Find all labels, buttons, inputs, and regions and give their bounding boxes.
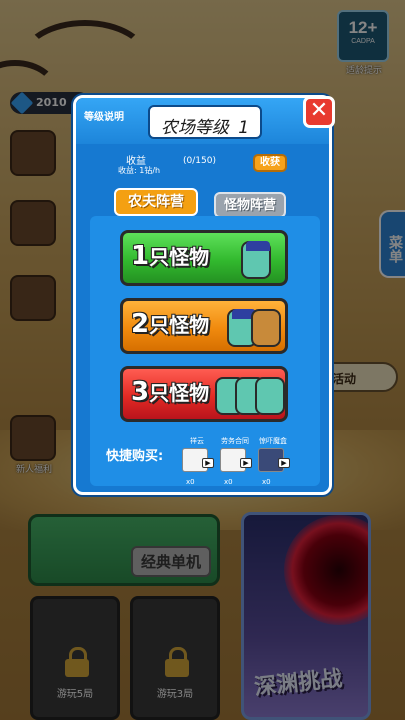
one-monster-button[interactable]: 1只怪物: [120, 230, 288, 286]
video-ad-icon: ▶: [240, 458, 252, 468]
scarecrow-icon: [251, 309, 281, 347]
video-ad-icon: ▶: [278, 458, 290, 468]
level-help-link[interactable]: 等级说明: [84, 108, 124, 123]
quick-buy-label: 快捷购买:: [106, 449, 164, 464]
income-section: 收益 收益: 1钻/h (0/150) 收获: [98, 150, 314, 180]
item-count: x0: [262, 478, 271, 486]
close-button[interactable]: ✕: [303, 96, 335, 128]
item-count: x0: [186, 478, 195, 486]
collect-button[interactable]: 收获: [253, 154, 287, 172]
three-monsters-button[interactable]: 3只怪物: [120, 366, 288, 422]
close-icon: ✕: [309, 98, 329, 123]
tab-monster-camp[interactable]: 怪物阵营: [214, 192, 286, 218]
zombie-icon: [241, 241, 271, 279]
item-name: 劳务合同: [221, 437, 249, 445]
monster-count: 1: [131, 241, 150, 271]
monster-count: 2: [131, 309, 150, 339]
item-name: 祥云: [190, 437, 204, 445]
dialog-title: 农场等级 1: [148, 105, 262, 139]
option-label: 3只怪物: [131, 377, 209, 407]
monster-count: 3: [131, 377, 150, 407]
farm-level-dialog: 等级说明 农场等级 1 ✕ 收益 收益: 1钻/h (0/150) 收获 农夫阵…: [73, 95, 335, 495]
item-name: 惊吓魔盒: [259, 437, 287, 445]
farm-level-value: 1: [238, 118, 250, 138]
item-count: x0: [224, 478, 233, 486]
income-rate: 收益: 1钻/h: [118, 166, 161, 175]
option-text: 只怪物: [149, 381, 210, 405]
zombie-icon: [255, 377, 285, 415]
option-label: 2只怪物: [131, 309, 209, 339]
two-monsters-button[interactable]: 2只怪物: [120, 298, 288, 354]
income-progress: (0/150): [183, 156, 216, 166]
dialog-title-text: 农场等级: [160, 118, 229, 138]
video-ad-icon: ▶: [202, 458, 214, 468]
tab-farmer-camp[interactable]: 农夫阵营: [114, 188, 198, 216]
option-text: 只怪物: [149, 313, 210, 337]
option-label: 1只怪物: [131, 241, 209, 271]
option-text: 只怪物: [149, 245, 210, 269]
